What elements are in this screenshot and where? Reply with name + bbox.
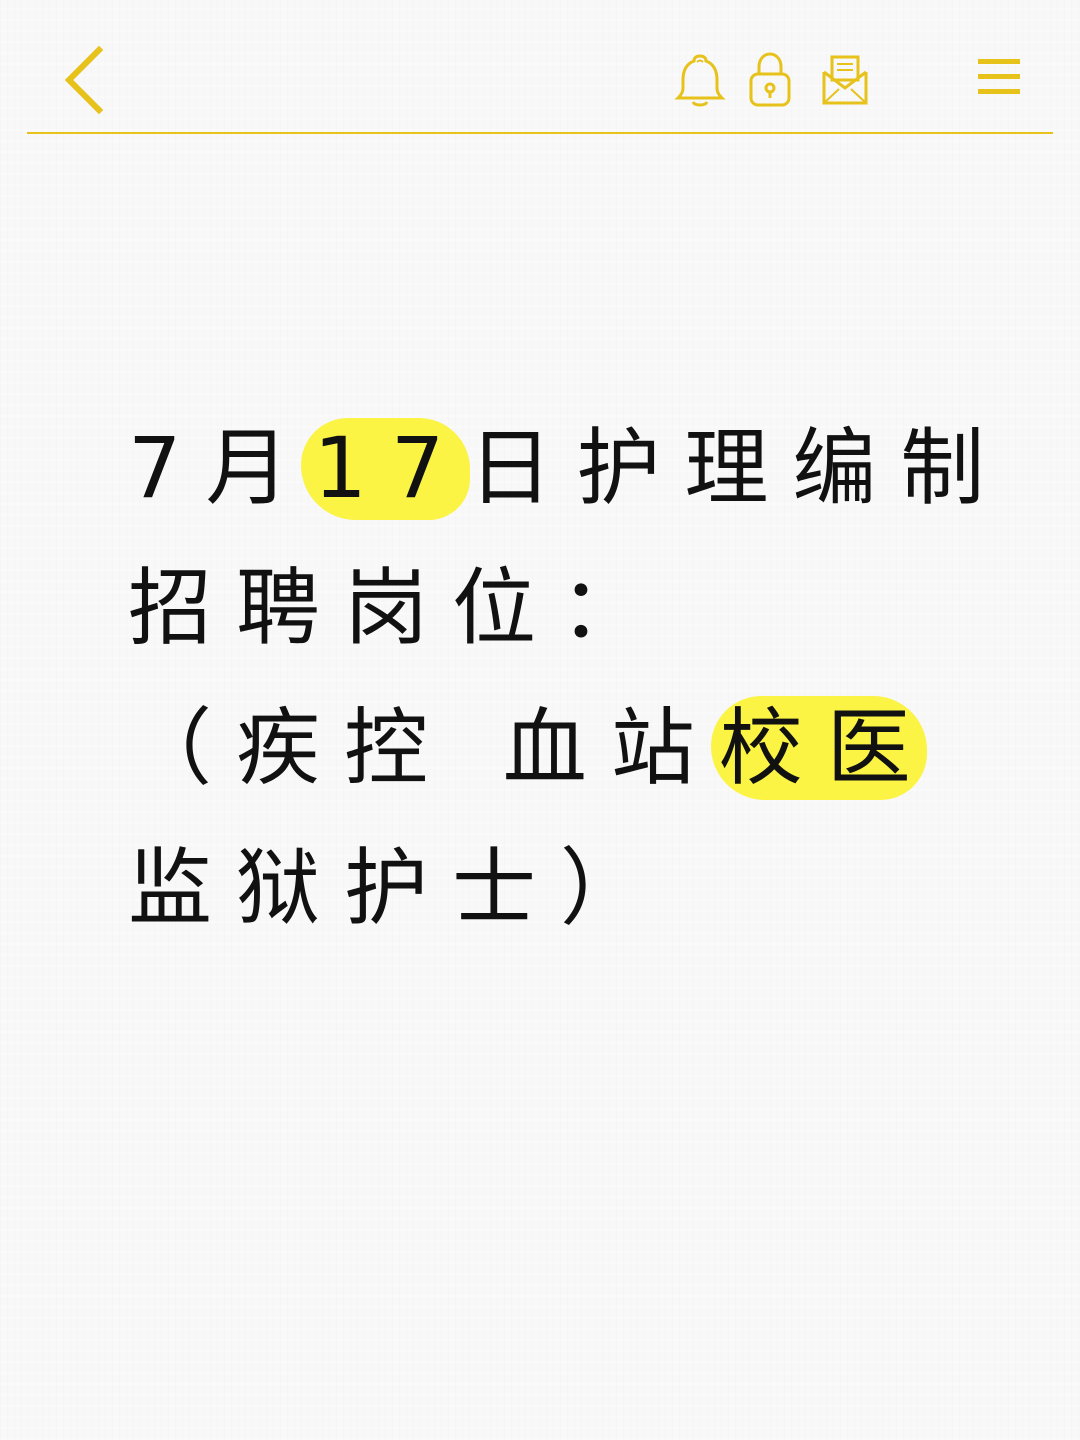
bell-icon xyxy=(674,54,726,107)
notice-line-positions-label: 招聘岗位： xyxy=(128,538,988,678)
positions-label: 招聘岗位： xyxy=(128,559,669,657)
menu-button[interactable] xyxy=(972,52,1028,104)
menu-icon xyxy=(978,59,1020,94)
header-divider xyxy=(27,132,1053,134)
date-month-text: 7月 xyxy=(128,419,314,517)
positions-list-part-2: 监狱护士） xyxy=(128,839,669,937)
highlighted-school-doctor: 校医 xyxy=(710,678,935,818)
mail-button[interactable] xyxy=(817,52,873,108)
notice-line-date: 7月17日护理编制 xyxy=(128,398,988,538)
highlighted-day: 17 xyxy=(301,398,471,538)
notice-line-prison-nurse: 监狱护士） xyxy=(128,818,988,958)
back-button[interactable] xyxy=(55,40,111,120)
mail-icon xyxy=(822,55,868,105)
top-navigation-bar xyxy=(0,0,1080,134)
notice-title-text: 日护理编制 xyxy=(468,419,1009,517)
chevron-left-icon xyxy=(64,45,104,115)
recruitment-notice: 7月17日护理编制 招聘岗位： （疾控 血站 校医 监狱护士） xyxy=(128,398,988,958)
notice-line-positions: （疾控 血站 校医 xyxy=(128,678,988,818)
lock-icon xyxy=(749,52,791,107)
positions-list-part-1: （疾控 血站 xyxy=(128,699,719,797)
lock-button[interactable] xyxy=(745,50,795,110)
notification-button[interactable] xyxy=(672,49,728,109)
